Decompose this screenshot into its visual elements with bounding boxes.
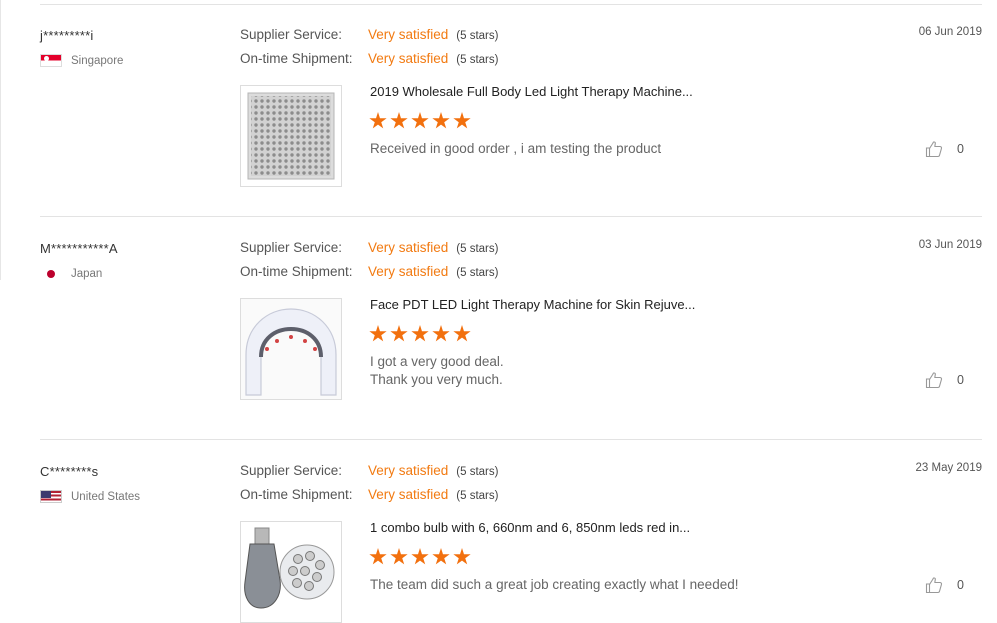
supplier-service-stars: (5 stars)	[456, 466, 499, 478]
supplier-service-stars: (5 stars)	[456, 30, 499, 42]
comment-line: Thank you very much.	[370, 372, 503, 387]
product-rating-stars	[369, 325, 471, 343]
star-icon	[411, 548, 429, 565]
star-icon	[453, 325, 471, 342]
supplier-service-value: Very satisfied	[368, 27, 449, 42]
star-icon	[369, 325, 387, 342]
supplier-service-rating: Supplier Service: Very satisfied (5 star…	[240, 240, 498, 255]
review-date: 03 Jun 2019	[918, 239, 982, 251]
star-icon	[411, 325, 429, 342]
star-icon	[390, 548, 408, 565]
star-icon	[369, 548, 387, 565]
star-icon	[390, 112, 408, 129]
like-count: 0	[957, 373, 964, 387]
star-icon	[369, 112, 387, 129]
country-name: Singapore	[71, 54, 124, 67]
like-count: 0	[957, 578, 964, 592]
like-button[interactable]: 0	[925, 576, 964, 594]
review-comment: The team did such a great job creating e…	[370, 576, 738, 594]
review-date: 06 Jun 2019	[918, 26, 982, 38]
shipment-value: Very satisfied	[368, 51, 449, 66]
buyer-country: United States	[40, 490, 140, 503]
country-name: Japan	[71, 267, 103, 280]
product-thumbnail[interactable]	[240, 521, 342, 623]
shipment-label: On-time Shipment:	[240, 264, 353, 279]
supplier-service-label: Supplier Service:	[240, 27, 343, 42]
star-icon	[411, 112, 429, 129]
country-name: United States	[71, 490, 141, 503]
shipment-label: On-time Shipment:	[240, 51, 353, 66]
star-icon	[432, 112, 450, 129]
us-flag-icon	[40, 490, 62, 503]
product-title-link[interactable]: 2019 Wholesale Full Body Led Light Thera…	[370, 84, 693, 99]
shipment-value: Very satisfied	[368, 487, 449, 502]
supplier-service-label: Supplier Service:	[240, 240, 343, 255]
star-icon	[432, 325, 450, 342]
star-icon	[390, 325, 408, 342]
shipment-value: Very satisfied	[368, 264, 449, 279]
buyer-country: Japan	[40, 267, 102, 280]
thumbs-up-icon	[925, 577, 943, 594]
shipment-stars: (5 stars)	[456, 54, 499, 66]
product-title-link[interactable]: Face PDT LED Light Therapy Machine for S…	[370, 297, 695, 312]
supplier-service-value: Very satisfied	[368, 240, 449, 255]
review-separator	[40, 216, 982, 217]
like-button[interactable]: 0	[925, 140, 964, 158]
buyer-country: Singapore	[40, 54, 123, 67]
star-icon	[432, 548, 450, 565]
buyer-name: j*********i	[40, 28, 94, 43]
product-thumbnail[interactable]	[240, 85, 342, 187]
like-count: 0	[957, 142, 964, 156]
like-button[interactable]: 0	[925, 371, 964, 389]
product-thumbnail[interactable]	[240, 298, 342, 400]
thumbs-up-icon	[925, 141, 943, 158]
review-comment: Received in good order , i am testing th…	[370, 140, 661, 158]
product-rating-stars	[369, 548, 471, 566]
comment-line: The team did such a great job creating e…	[370, 577, 739, 592]
review-date: 23 May 2019	[915, 462, 983, 474]
singapore-flag-icon	[40, 54, 62, 67]
shipment-rating: On-time Shipment: Very satisfied (5 star…	[240, 487, 498, 502]
shipment-label: On-time Shipment:	[240, 487, 353, 502]
star-icon	[453, 548, 471, 565]
list-top-separator	[40, 4, 982, 5]
supplier-service-stars: (5 stars)	[456, 243, 499, 255]
shipment-rating: On-time Shipment: Very satisfied (5 star…	[240, 264, 498, 279]
shipment-stars: (5 stars)	[456, 490, 499, 502]
star-icon	[453, 112, 471, 129]
japan-flag-icon	[40, 267, 62, 280]
product-title-link[interactable]: 1 combo bulb with 6, 660nm and 6, 850nm …	[370, 520, 690, 535]
supplier-service-label: Supplier Service:	[240, 463, 343, 478]
page-left-border	[0, 0, 1, 280]
buyer-name: M***********A	[40, 241, 118, 256]
review-comment: I got a very good deal. Thank you very m…	[370, 353, 504, 389]
shipment-stars: (5 stars)	[456, 267, 499, 279]
review-separator	[40, 439, 982, 440]
thumbs-up-icon	[925, 372, 943, 389]
shipment-rating: On-time Shipment: Very satisfied (5 star…	[240, 51, 498, 66]
supplier-service-rating: Supplier Service: Very satisfied (5 star…	[240, 463, 498, 478]
comment-line: Received in good order , i am testing th…	[370, 141, 662, 156]
comment-line: I got a very good deal.	[370, 354, 504, 369]
supplier-service-value: Very satisfied	[368, 463, 449, 478]
product-rating-stars	[369, 112, 471, 130]
supplier-service-rating: Supplier Service: Very satisfied (5 star…	[240, 27, 498, 42]
buyer-name: C********s	[40, 464, 99, 479]
